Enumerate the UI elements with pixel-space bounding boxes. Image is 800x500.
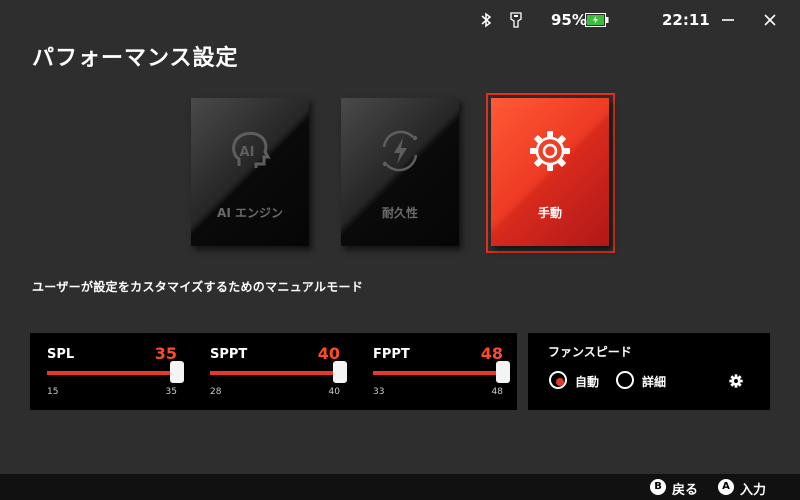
slider-track[interactable]	[47, 361, 184, 383]
gear-icon	[530, 131, 570, 171]
slider-fill	[373, 371, 503, 375]
mode-card-durability[interactable]: 耐久性	[341, 98, 459, 246]
radio-label: 詳細	[642, 375, 667, 389]
mode-label: AI エンジン	[217, 206, 283, 220]
fan-settings-gear-icon[interactable]	[729, 374, 743, 388]
sppt-slider: SPPT 40 28 40	[210, 333, 347, 410]
fan-speed-title: ファンスピード	[548, 345, 632, 359]
slider-min: 33	[373, 387, 385, 397]
slider-max: 35	[165, 387, 177, 397]
spl-slider: SPL 35 15 35	[47, 333, 184, 410]
svg-text:AI: AI	[240, 145, 255, 160]
footer-bar: B 戻る A 入力	[0, 474, 800, 500]
storage-card-icon	[510, 12, 522, 28]
slider-min: 15	[47, 387, 59, 397]
ai-engine-icon: AI	[232, 131, 271, 168]
mode-label: 耐久性	[381, 206, 418, 220]
a-button-icon: A	[718, 479, 734, 495]
radio-circle	[616, 371, 634, 389]
enter-button[interactable]: A 入力	[718, 479, 778, 498]
slider-max: 48	[491, 387, 503, 397]
mode-card-ai-engine[interactable]: AI AI エンジン	[191, 98, 309, 246]
slider-label: SPL	[47, 347, 75, 362]
b-button-icon: B	[650, 479, 666, 495]
slider-track[interactable]	[210, 361, 347, 383]
fan-auto-radio[interactable]: 自動	[549, 371, 619, 393]
slider-label: FPPT	[373, 347, 410, 362]
slider-thumb[interactable]	[333, 361, 347, 383]
status-bar: 95% 22:11	[0, 0, 800, 40]
battery-percent: 95%	[551, 11, 587, 29]
battery-icon	[585, 13, 609, 27]
slider-fill	[210, 371, 340, 375]
radio-circle	[549, 371, 567, 389]
slider-fill	[47, 371, 177, 375]
slider-label: SPPT	[210, 347, 248, 362]
slider-min: 28	[210, 387, 222, 397]
back-label: 戻る	[672, 483, 699, 498]
slider-track[interactable]	[373, 361, 510, 383]
radio-label: 自動	[575, 375, 600, 389]
close-icon[interactable]	[758, 8, 782, 32]
durability-icon	[382, 130, 418, 172]
back-button[interactable]: B 戻る	[650, 479, 706, 498]
fppt-slider: FPPT 48 33 48	[373, 333, 510, 410]
slider-thumb[interactable]	[170, 361, 184, 383]
mode-card-manual[interactable]: 手動	[491, 98, 609, 246]
page-title: パフォーマンス設定	[32, 46, 239, 71]
slider-max: 40	[328, 387, 340, 397]
clock: 22:11	[662, 11, 710, 29]
enter-label: 入力	[740, 483, 767, 498]
power-limits-panel: SPL 35 15 35 SPPT 40 28 40 FPPT 48 33 48	[30, 333, 517, 410]
slider-thumb[interactable]	[496, 361, 510, 383]
fan-detail-radio[interactable]: 詳細	[616, 371, 686, 393]
bluetooth-icon	[481, 12, 492, 28]
radio-selected-dot	[556, 378, 564, 386]
mode-label: 手動	[537, 206, 562, 220]
fan-speed-panel: ファンスピード 自動 詳細	[528, 333, 770, 410]
mode-description: ユーザーが設定をカスタマイズするためのマニュアルモード	[32, 280, 364, 294]
minimize-icon[interactable]	[716, 8, 740, 32]
